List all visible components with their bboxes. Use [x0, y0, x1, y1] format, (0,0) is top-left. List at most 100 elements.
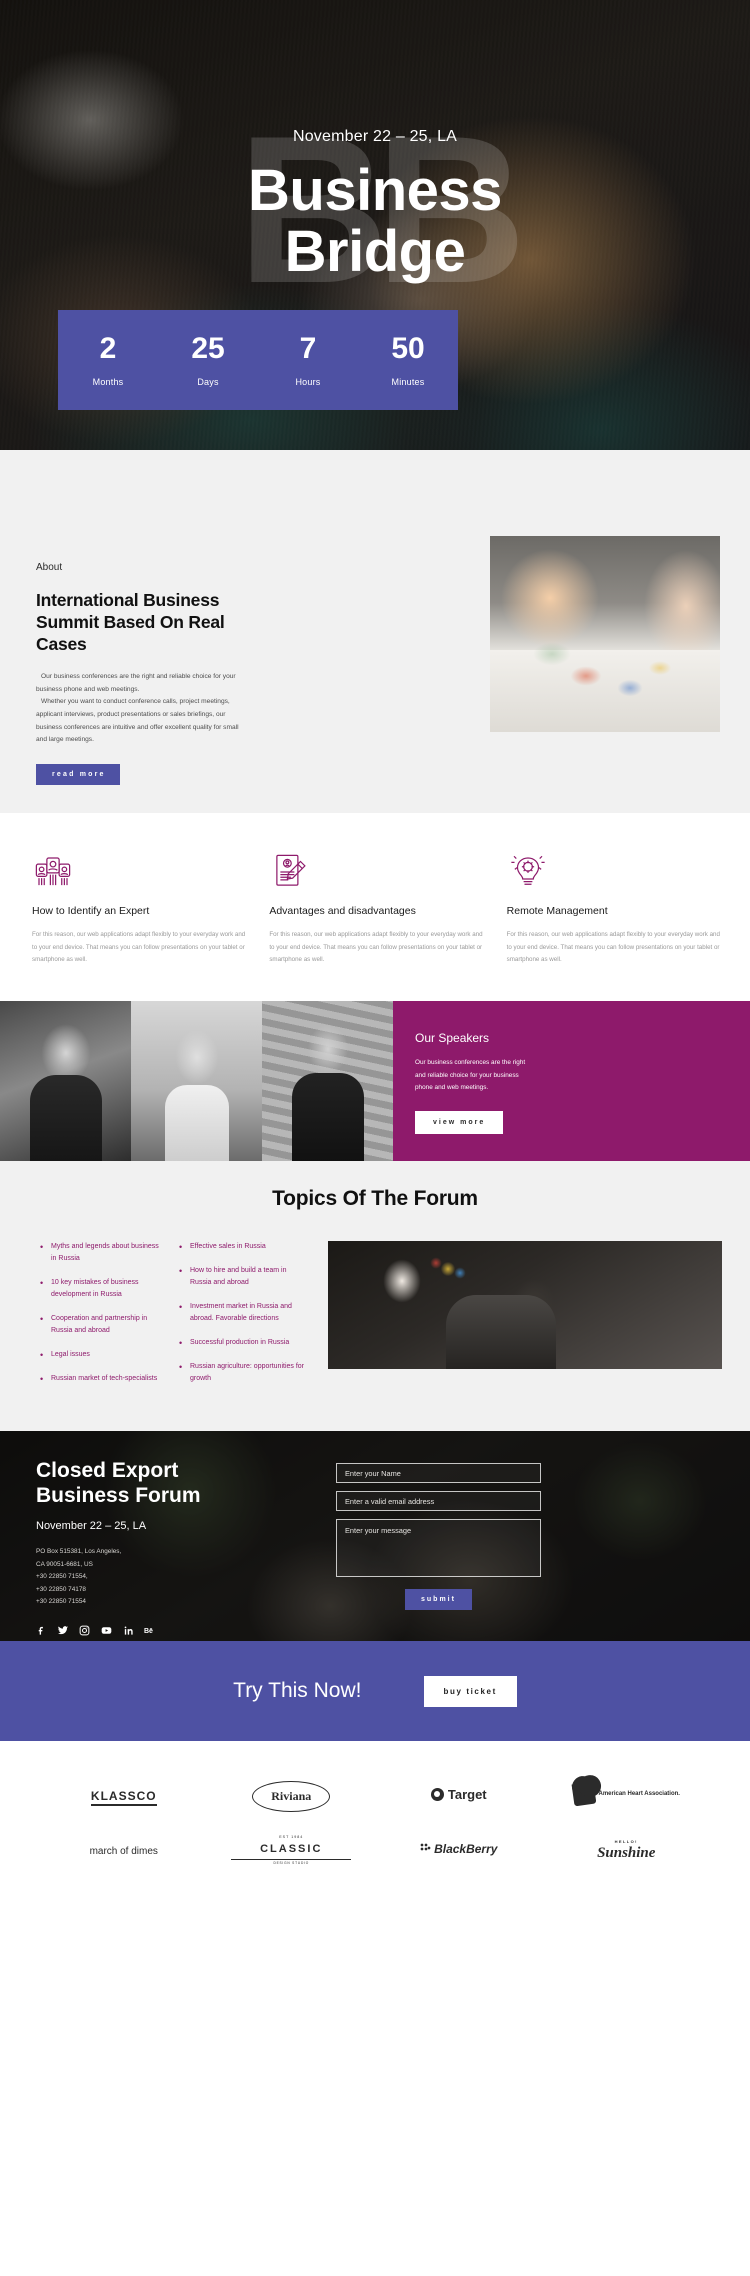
topics-list-1: Myths and legends about business in Russ… — [40, 1240, 165, 1388]
landing-page: BB November 22 – 25, LA Business Bridge … — [0, 0, 750, 1918]
lightbulb-gear-icon — [507, 851, 722, 893]
logo-classic-text: CLASSIC — [260, 1843, 323, 1856]
logo-classic-top: EST 1984 — [279, 1835, 304, 1840]
list-item[interactable]: Myths and legends about business in Russ… — [40, 1240, 165, 1265]
speakers-section: Our Speakers Our business conferences ar… — [0, 1001, 750, 1162]
about-body: Our business conferences are the right a… — [36, 671, 251, 747]
logo-blackberry: BlackBerry — [399, 1841, 519, 1859]
about-photo — [490, 536, 720, 733]
feature-card-2: Advantages and disadvantages For this re… — [269, 851, 484, 967]
speaker-photo-3 — [262, 1001, 393, 1162]
address-line-2: CA 90051-6681, US — [36, 1560, 93, 1568]
logo-sunshine-top: HELLO! — [614, 1838, 638, 1844]
hero-title-line-2: Bridge — [284, 219, 466, 285]
list-item[interactable]: Russian agriculture: opportunities for g… — [179, 1360, 304, 1385]
speakers-text: Our business conferences are the right a… — [415, 1059, 526, 1092]
hero-title-line-1: Business — [248, 158, 502, 223]
about-paragraph-1: Our business conferences are the right a… — [36, 673, 236, 693]
message-field[interactable] — [336, 1519, 541, 1578]
read-more-button[interactable]: read more — [36, 764, 120, 786]
logo-riviana-text: Riviana — [252, 1780, 331, 1812]
logo-aha-text: American Heart Association. — [598, 1790, 680, 1797]
countdown-cell-months: 2 Months — [58, 331, 158, 387]
contact-title-line-1: Closed Export — [36, 1459, 179, 1483]
topics-column-1: Myths and legends about business in Russ… — [40, 1240, 165, 1397]
page-title: Business Bridge — [0, 160, 750, 283]
list-item[interactable]: Cooperation and partnership in Russia an… — [40, 1312, 165, 1337]
logo-target: Target — [399, 1787, 519, 1806]
blackberry-dots-icon — [420, 1843, 432, 1855]
countdown-timer: 2 Months 25 Days 7 Hours 50 Minutes — [58, 310, 458, 410]
submit-button[interactable]: submit — [405, 1589, 472, 1611]
list-item[interactable]: How to hire and build a team in Russia a… — [179, 1264, 304, 1289]
logo-klassco: KLASSCO — [64, 1787, 184, 1806]
social-links: Bē — [36, 1625, 336, 1636]
feature-text-1: For this reason, our web applications ad… — [32, 931, 246, 964]
hero-content: November 22 – 25, LA Business Bridge — [0, 0, 750, 283]
cta-title: Try This Now! — [233, 1679, 362, 1703]
contact-title: Closed Export Business Forum — [36, 1459, 336, 1508]
email-field[interactable] — [336, 1491, 541, 1512]
list-item[interactable]: Effective sales in Russia — [179, 1240, 304, 1256]
logo-classic-wrap: EST 1984 CLASSIC DESIGN STUDIO — [231, 1835, 352, 1865]
countdown-wrapper: 2 Months 25 Days 7 Hours 50 Minutes — [0, 310, 750, 550]
list-item[interactable]: 10 key mistakes of business development … — [40, 1276, 165, 1301]
logo-sunshine-text: Sunshine — [597, 1844, 656, 1861]
countdown-label-minutes: Minutes — [391, 376, 425, 387]
heart-icon — [571, 1781, 596, 1807]
countdown-label-months: Months — [92, 376, 124, 387]
feature-title-1: How to Identify an Expert — [32, 905, 150, 918]
phone-2[interactable]: +30 22850 74178 — [36, 1584, 336, 1596]
phone-1[interactable]: +30 22850 71554, — [36, 1571, 336, 1583]
topics-photo — [328, 1241, 722, 1370]
list-item[interactable]: Legal issues — [40, 1348, 165, 1364]
speakers-title: Our Speakers — [415, 1031, 490, 1046]
list-item[interactable]: Russian market of tech-specialists — [40, 1372, 165, 1388]
instagram-icon[interactable] — [79, 1625, 90, 1636]
about-section: About International Business Summit Base… — [0, 536, 750, 814]
feature-title-3: Remote Management — [506, 905, 608, 918]
topics-section: Topics Of The Forum Myths and legends ab… — [0, 1161, 750, 1432]
about-kicker: About — [36, 562, 63, 573]
contact-inner: Closed Export Business Forum November 22… — [0, 1431, 750, 1635]
logo-classic: EST 1984 CLASSIC DESIGN STUDIO — [231, 1835, 352, 1865]
behance-icon[interactable]: Bē — [144, 1625, 158, 1636]
countdown-label-days: Days — [197, 376, 219, 387]
twitter-icon[interactable] — [57, 1625, 69, 1636]
logo-classic-bottom: DESIGN STUDIO — [231, 1859, 352, 1865]
linkedin-icon[interactable] — [123, 1625, 134, 1636]
experts-group-icon — [32, 851, 247, 893]
target-bullseye-icon — [430, 1787, 444, 1801]
view-more-button[interactable]: view more — [415, 1110, 504, 1134]
countdown-cell-hours: 7 Hours — [258, 333, 358, 387]
contact-info: Closed Export Business Forum November 22… — [36, 1459, 336, 1635]
youtube-icon[interactable] — [100, 1625, 113, 1636]
contact-date: November 22 – 25, LA — [36, 1520, 147, 1533]
about-heading: International Business Summit Based On R… — [36, 590, 225, 655]
buy-ticket-button[interactable]: buy ticket — [423, 1675, 517, 1707]
topics-title: Topics Of The Forum — [272, 1187, 478, 1211]
logo-march-of-dimes: march of dimes — [64, 1841, 184, 1859]
logo-target-wrap: Target — [430, 1787, 487, 1802]
name-field[interactable] — [336, 1463, 541, 1484]
logo-blackberry-text: BlackBerry — [434, 1841, 498, 1856]
phone-3[interactable]: +30 22850 71554 — [36, 1596, 336, 1608]
submit-row: submit — [336, 1585, 541, 1611]
facebook-icon[interactable] — [36, 1625, 47, 1636]
hero-date: November 22 – 25, LA — [292, 128, 458, 145]
logo-row-2: march of dimes EST 1984 CLASSIC DESIGN S… — [40, 1823, 710, 1877]
list-item[interactable]: Successful production in Russia — [179, 1336, 304, 1352]
logo-sunshine: HELLO! Sunshine — [566, 1839, 686, 1862]
about-paragraph-2: Whether you want to conduct conference c… — [36, 698, 239, 744]
countdown-cell-days: 25 Days — [158, 333, 258, 387]
address-line-1: PO Box 515381, Los Angeles, — [36, 1548, 122, 1556]
speaker-photo-2 — [131, 1001, 262, 1162]
document-pen-icon — [269, 851, 484, 893]
list-item[interactable]: Investment market in Russia and abroad. … — [179, 1300, 304, 1325]
countdown-value-months: 2 — [99, 331, 117, 365]
logo-aha-wrap: American Heart Association. — [571, 1781, 680, 1807]
topics-column-2: Effective sales in Russia How to hire an… — [179, 1240, 304, 1397]
feature-text-3: For this reason, our web applications ad… — [506, 931, 720, 964]
partner-logos-section: KLASSCO Riviana Target American Heart As… — [0, 1741, 750, 1918]
logo-sunshine-wrap: HELLO! Sunshine — [566, 1839, 686, 1861]
